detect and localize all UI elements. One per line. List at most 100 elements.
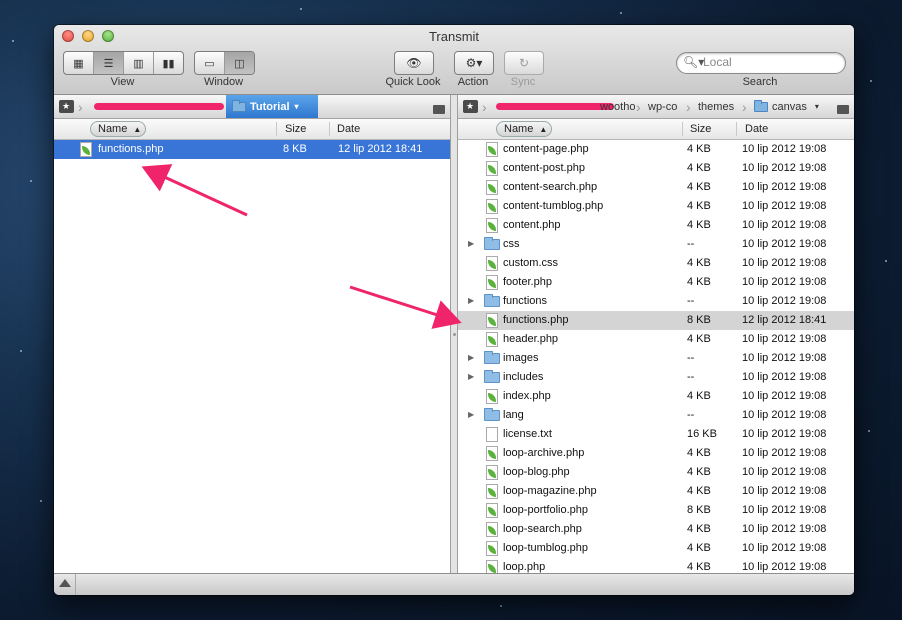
- file-row[interactable]: ▶ lang -- 10 lip 2012 19:08: [458, 406, 854, 425]
- php-file-icon: [486, 522, 498, 537]
- file-row[interactable]: content-tumblog.php 4 KB 10 lip 2012 19:08: [458, 197, 854, 216]
- file-name: index.php: [503, 390, 551, 402]
- sync-label: Sync: [510, 76, 536, 88]
- splitter-handle: [453, 333, 456, 336]
- file-row[interactable]: license.txt 16 KB 10 lip 2012 19:08: [458, 425, 854, 444]
- file-size: 4 KB: [687, 466, 711, 478]
- file-row[interactable]: loop-portfolio.php 8 KB 10 lip 2012 19:08: [458, 501, 854, 520]
- file-row[interactable]: index.php 4 KB 10 lip 2012 19:08: [458, 387, 854, 406]
- window-segmented-control: ▭ ◫: [194, 51, 255, 75]
- php-file-icon: [486, 275, 498, 290]
- file-row[interactable]: custom.css 4 KB 10 lip 2012 19:08: [458, 254, 854, 273]
- file-row[interactable]: loop-magazine.php 4 KB 10 lip 2012 19:08: [458, 482, 854, 501]
- file-row[interactable]: functions.php 8 KB 12 lip 2012 18:41: [54, 140, 450, 159]
- drive-button[interactable]: [836, 99, 850, 114]
- view-columns-button[interactable]: ▥: [124, 52, 154, 74]
- status-bar: [54, 573, 854, 595]
- transfers-toggle-icon[interactable]: [59, 579, 71, 587]
- file-row[interactable]: content-page.php 4 KB 10 lip 2012 19:08: [458, 140, 854, 159]
- column-name-header[interactable]: Name ▲: [496, 121, 552, 137]
- file-date: 10 lip 2012 19:08: [742, 447, 827, 459]
- status-divider: [75, 574, 76, 595]
- window-single-pane-button[interactable]: ▭: [195, 52, 225, 74]
- drive-icon: [837, 105, 849, 114]
- favorites-button[interactable]: ★: [460, 98, 480, 115]
- file-name: loop-archive.php: [503, 447, 585, 459]
- column-divider: [736, 122, 737, 136]
- file-row[interactable]: loop-archive.php 4 KB 10 lip 2012 19:08: [458, 444, 854, 463]
- path-crumb[interactable]: themes: [698, 95, 734, 118]
- disclosure-triangle-icon[interactable]: ▶: [468, 372, 474, 381]
- file-row[interactable]: content.php 4 KB 10 lip 2012 19:08: [458, 216, 854, 235]
- php-file-icon: [486, 465, 498, 480]
- star: [30, 180, 32, 182]
- file-name: functions.php: [98, 143, 164, 155]
- folder-icon: [484, 294, 500, 307]
- column-size-header[interactable]: Size: [285, 123, 306, 135]
- file-row[interactable]: loop.php 4 KB 10 lip 2012 19:08: [458, 558, 854, 573]
- file-date: 12 lip 2012 18:41: [338, 143, 423, 155]
- drive-button[interactable]: [432, 99, 446, 114]
- file-name: content-page.php: [503, 143, 589, 155]
- path-crumb-label: themes: [698, 100, 735, 113]
- action-button[interactable]: ⚙▾: [454, 51, 494, 75]
- local-column-header: Name ▲ Size Date: [54, 119, 450, 140]
- local-pane: ★ › Tutorial ▾ Name ▲ Size Date function…: [54, 95, 450, 573]
- column-date-header[interactable]: Date: [337, 123, 360, 135]
- local-file-list: functions.php 8 KB 12 lip 2012 18:41: [54, 140, 450, 159]
- file-row[interactable]: header.php 4 KB 10 lip 2012 19:08: [458, 330, 854, 349]
- file-size: --: [687, 371, 695, 383]
- file-size: 4 KB: [687, 523, 711, 535]
- file-row[interactable]: ▶ css -- 10 lip 2012 19:08: [458, 235, 854, 254]
- path-crumb-label: wootho: [600, 100, 636, 113]
- column-date-header[interactable]: Date: [745, 123, 768, 135]
- pane-splitter[interactable]: [450, 95, 458, 573]
- quick-look-button[interactable]: 👁: [394, 51, 434, 75]
- file-row[interactable]: footer.php 4 KB 10 lip 2012 19:08: [458, 273, 854, 292]
- file-date: 10 lip 2012 19:08: [742, 295, 827, 307]
- file-row[interactable]: content-search.php 4 KB 10 lip 2012 19:08: [458, 178, 854, 197]
- file-row[interactable]: functions.php 8 KB 12 lip 2012 18:41: [458, 311, 854, 330]
- file-size: 4 KB: [687, 162, 711, 174]
- disclosure-triangle-icon[interactable]: ▶: [468, 296, 474, 305]
- favorites-button[interactable]: ★: [56, 98, 76, 115]
- column-name-header[interactable]: Name ▲: [90, 121, 146, 137]
- window-dual-pane-button[interactable]: ◫: [225, 52, 254, 74]
- file-row[interactable]: content-post.php 4 KB 10 lip 2012 19:08: [458, 159, 854, 178]
- file-name: loop-blog.php: [503, 466, 570, 478]
- search-input[interactable]: [703, 55, 833, 69]
- search-field[interactable]: 🔍︎▾: [676, 52, 846, 74]
- path-crumb-active[interactable]: Tutorial ▾: [226, 95, 318, 118]
- path-separator: ›: [78, 98, 83, 115]
- view-list-button[interactable]: ☰: [94, 52, 124, 74]
- disclosure-triangle-icon[interactable]: ▶: [468, 239, 474, 248]
- view-label: View: [110, 76, 135, 88]
- view-icons-button[interactable]: ▦: [64, 52, 94, 74]
- file-row[interactable]: ▶ includes -- 10 lip 2012 19:08: [458, 368, 854, 387]
- quick-look-label: Quick Look: [385, 76, 441, 88]
- file-row[interactable]: loop-blog.php 4 KB 10 lip 2012 19:08: [458, 463, 854, 482]
- php-file-icon: [486, 389, 498, 404]
- column-size-header[interactable]: Size: [690, 123, 711, 135]
- file-row[interactable]: ▶ functions -- 10 lip 2012 19:08: [458, 292, 854, 311]
- sync-button[interactable]: ↻: [504, 51, 544, 75]
- file-name: includes: [503, 371, 544, 383]
- view-coverflow-button[interactable]: ▮▮: [154, 52, 183, 74]
- file-row[interactable]: ▶ images -- 10 lip 2012 19:08: [458, 349, 854, 368]
- php-file-icon: [486, 199, 498, 214]
- chevron-down-icon: ▾: [814, 102, 819, 111]
- file-size: 4 KB: [687, 200, 711, 212]
- file-size: 4 KB: [687, 390, 711, 402]
- disclosure-triangle-icon[interactable]: ▶: [468, 410, 474, 419]
- star: [868, 430, 870, 432]
- path-crumb[interactable]: wp-co: [648, 95, 677, 118]
- path-crumb-active[interactable]: canvas ▾: [754, 95, 819, 118]
- window-title: Transmit: [428, 29, 480, 44]
- file-row[interactable]: loop-tumblog.php 4 KB 10 lip 2012 19:08: [458, 539, 854, 558]
- path-crumb[interactable]: wootho: [600, 95, 635, 118]
- disclosure-triangle-icon[interactable]: ▶: [468, 353, 474, 362]
- column-divider: [682, 122, 683, 136]
- file-row[interactable]: loop-search.php 4 KB 10 lip 2012 19:08: [458, 520, 854, 539]
- php-file-icon: [486, 142, 498, 157]
- star: [885, 260, 887, 262]
